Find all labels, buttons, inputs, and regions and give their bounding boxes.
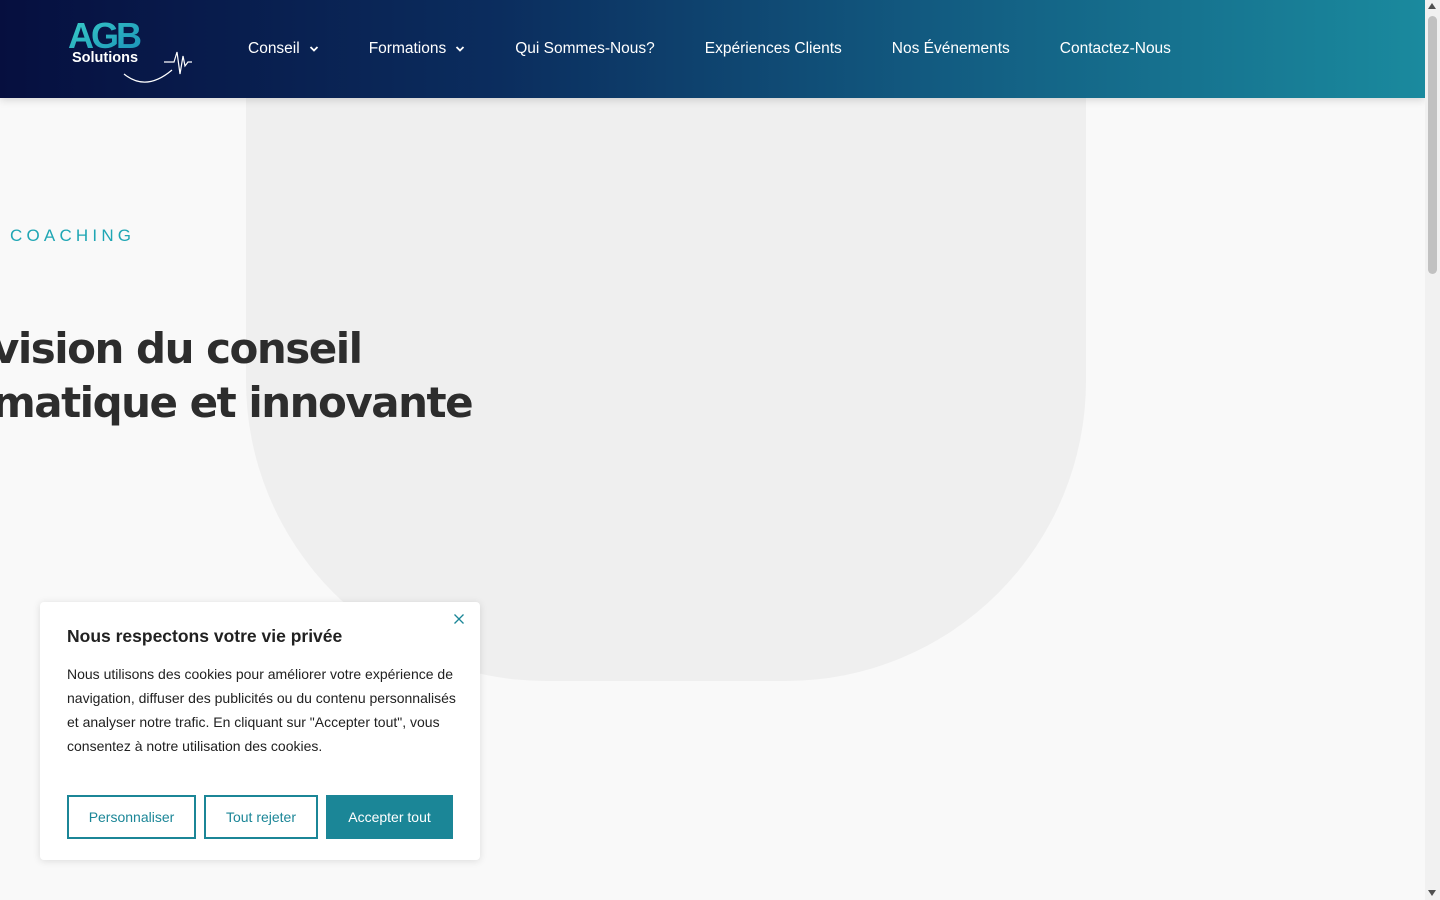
main-nav: Conseil Formations Qui Sommes-Nous? Expé… xyxy=(248,0,1221,98)
logo-graphic: AGB Solutions xyxy=(68,15,192,83)
svg-text:Solutions: Solutions xyxy=(72,50,138,66)
nav-label: Expériences Clients xyxy=(704,40,842,57)
hero-headline: vision du conseil matique et innovante xyxy=(0,322,474,430)
nav-item-qui-sommes-nous[interactable]: Qui Sommes-Nous? xyxy=(515,40,655,58)
chevron-down-icon xyxy=(456,46,465,52)
scrollbar-thumb[interactable] xyxy=(1428,16,1437,274)
scroll-up-arrow-icon[interactable] xyxy=(1428,3,1436,9)
nav-label: Conseil xyxy=(248,40,300,57)
close-icon[interactable] xyxy=(453,613,465,625)
nav-label: Formations xyxy=(368,40,447,57)
agb-solutions-logo[interactable]: AGB Solutions xyxy=(66,12,196,86)
chevron-down-icon xyxy=(309,46,318,52)
cookie-text: Nous utilisons des cookies pour améliore… xyxy=(67,666,456,754)
hero-headline-line-1: vision du conseil xyxy=(0,324,363,373)
cookie-buttons: Personnaliser Tout rejeter Accepter tout xyxy=(67,795,453,839)
cookie-consent-banner: Nous respectons votre vie privée Nous ut… xyxy=(40,602,480,860)
hero-eyebrow: COACHING xyxy=(10,226,136,245)
hero-headline-line-2: matique et innovante xyxy=(0,378,474,427)
nav-label: Qui Sommes-Nous? xyxy=(515,40,655,57)
nav-item-nos-evenements[interactable]: Nos Événements xyxy=(892,40,1010,58)
reject-all-button[interactable]: Tout rejeter xyxy=(204,795,318,839)
nav-label: Contactez-Nous xyxy=(1059,40,1171,57)
nav-item-experiences-clients[interactable]: Expériences Clients xyxy=(705,40,842,58)
cookie-title: Nous respectons votre vie privée xyxy=(67,626,343,646)
page-scrollbar[interactable] xyxy=(1425,0,1440,900)
nav-item-conseil[interactable]: Conseil xyxy=(248,40,319,58)
site-header: AGB Solutions Conseil Formations Qui Som… xyxy=(0,0,1425,98)
nav-label: Nos Événements xyxy=(891,40,1010,57)
nav-item-formations[interactable]: Formations xyxy=(369,40,466,58)
customize-button[interactable]: Personnaliser xyxy=(67,795,196,839)
scroll-down-arrow-icon[interactable] xyxy=(1428,890,1436,896)
accept-all-button[interactable]: Accepter tout xyxy=(326,795,453,839)
nav-item-contactez-nous[interactable]: Contactez-Nous xyxy=(1060,40,1171,58)
